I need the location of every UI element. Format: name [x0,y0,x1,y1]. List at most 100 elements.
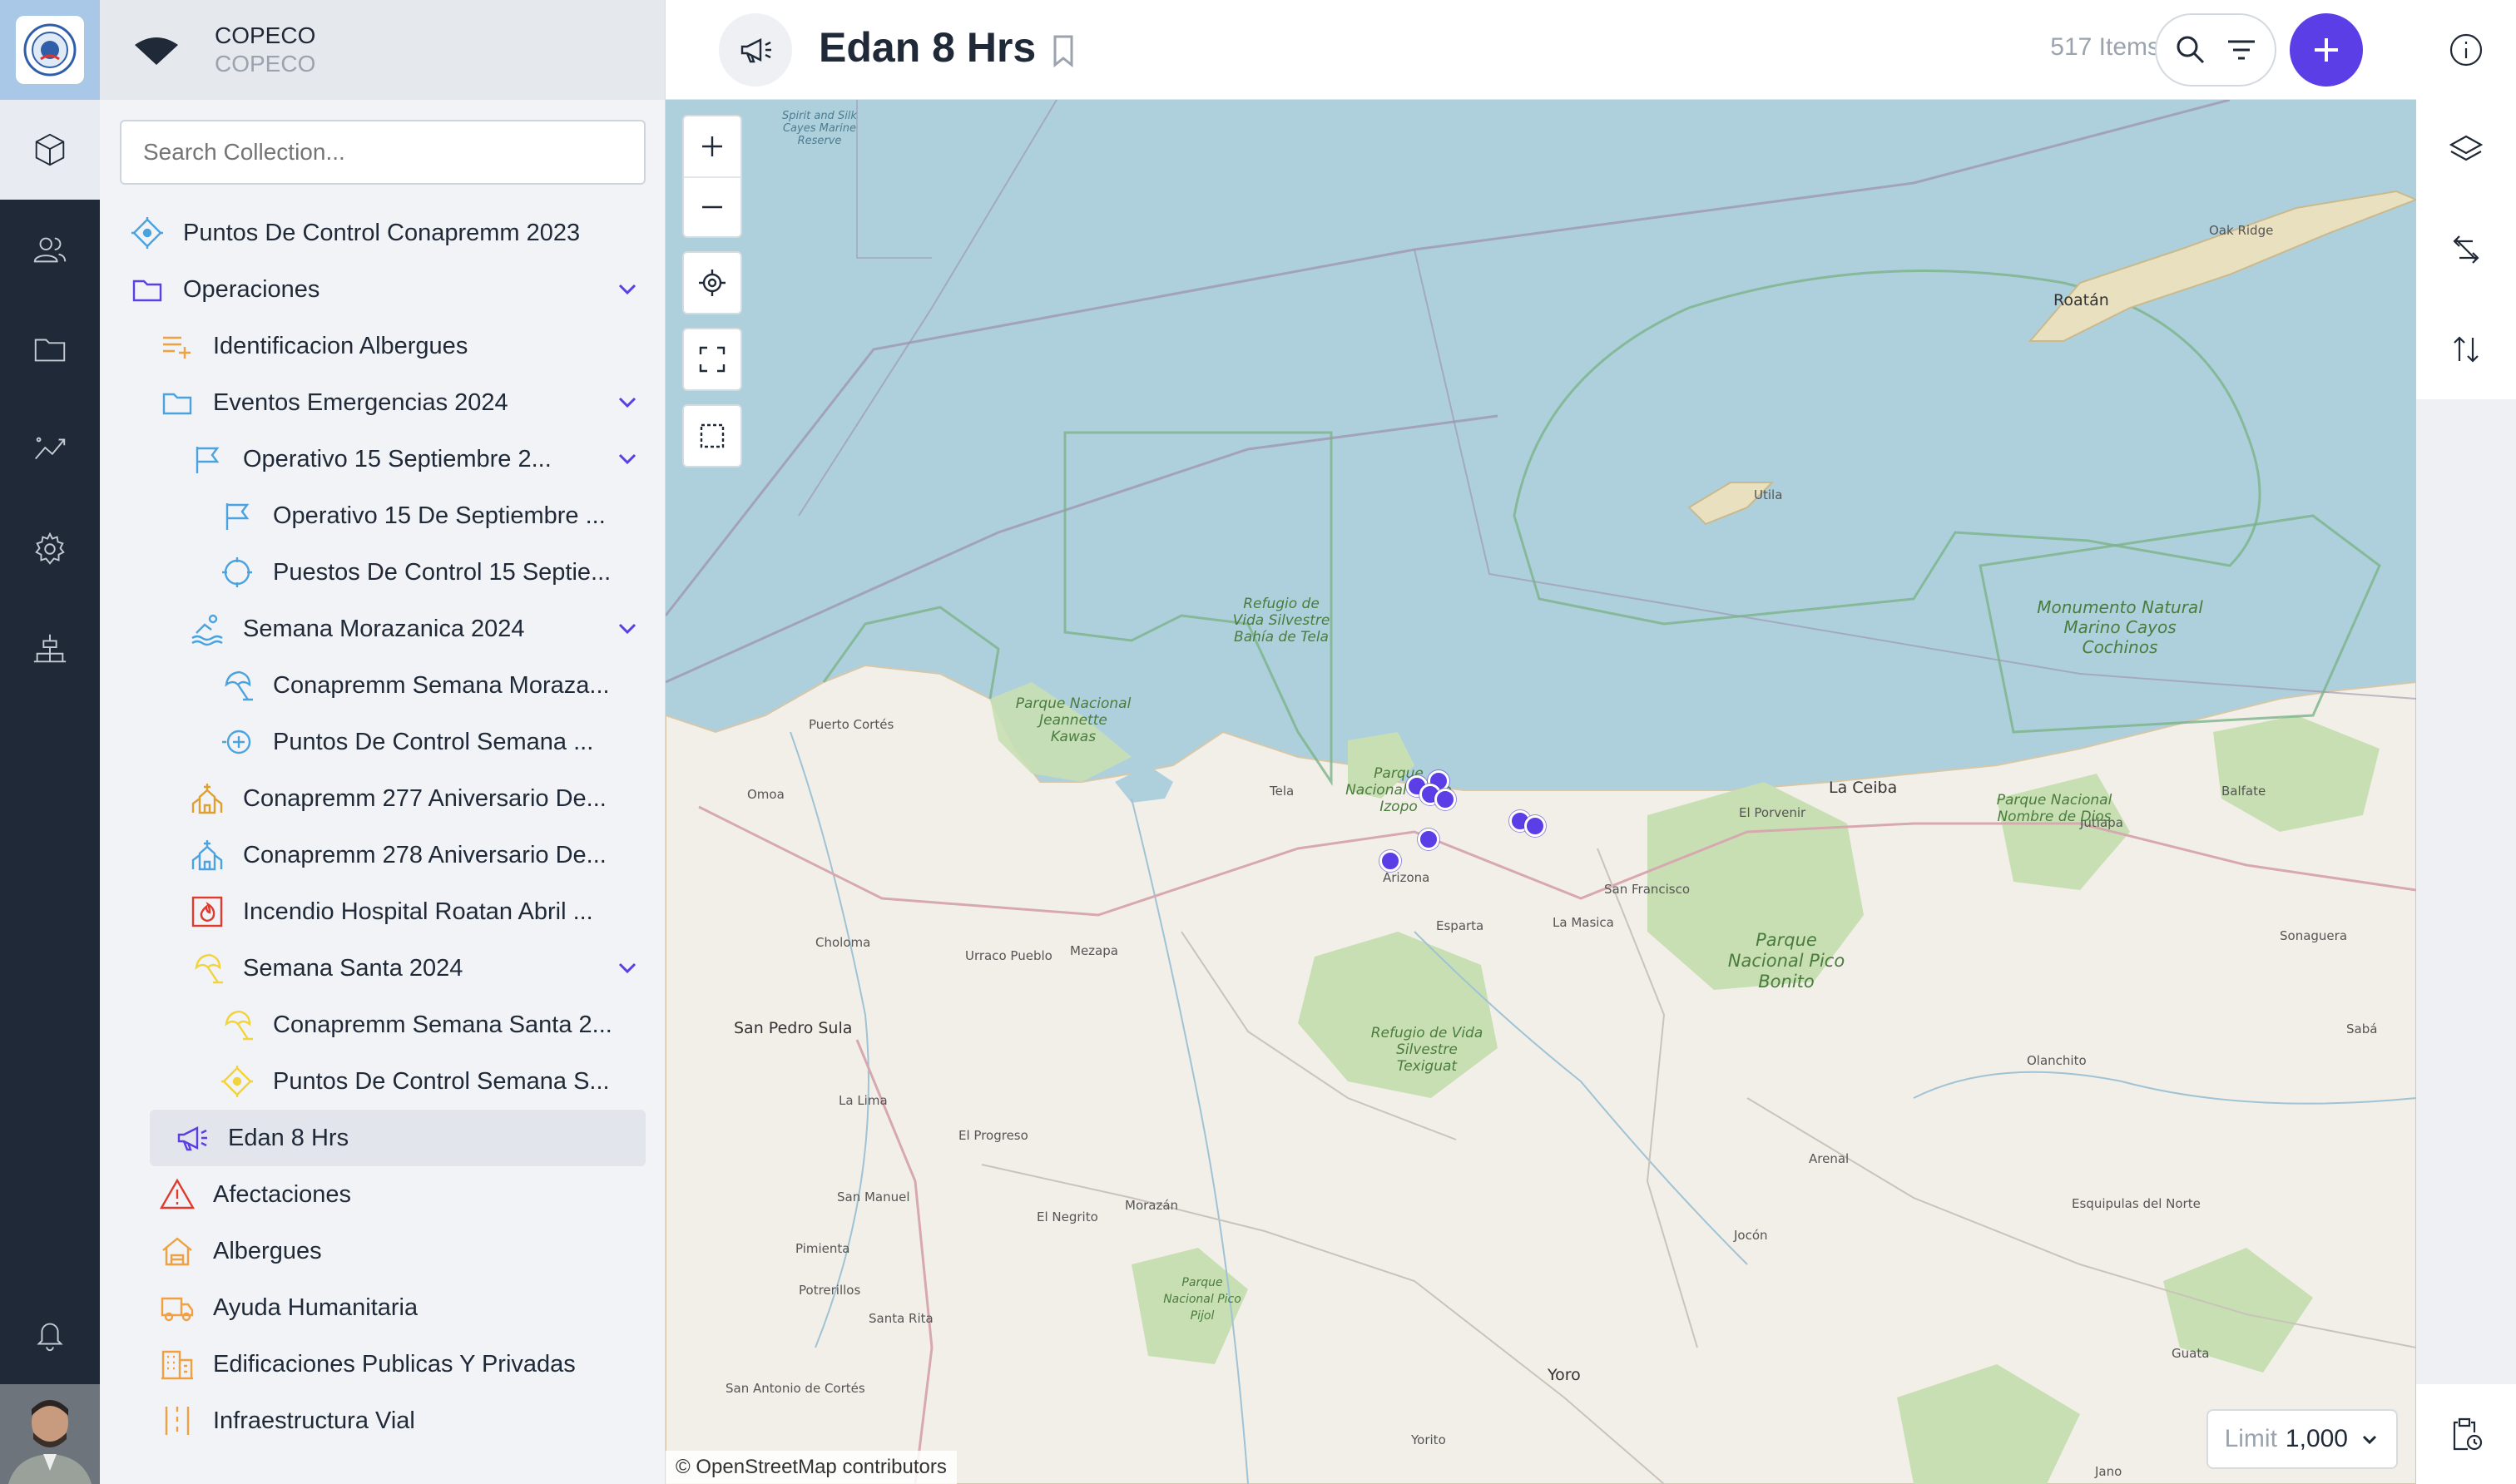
chevron-down-icon[interactable] [616,617,639,641]
bookmark-icon[interactable] [1048,33,1078,68]
user-avatar[interactable] [0,1384,100,1484]
tree-item[interactable]: Puntos De Control Conapremm 2023 [100,205,665,261]
tree-item-label: Conapremm 277 Aniversario De... [243,784,607,812]
park-label: Monumento Natural Marino Cayos Cochinos [2037,597,2203,657]
limit-select[interactable]: Limit 1,000 [2206,1409,2398,1469]
map-marker[interactable] [1418,829,1439,850]
layers-button[interactable] [2416,100,2516,200]
tree-item-label: Conapremm Semana Santa 2... [273,1011,612,1038]
analytics-nav-button[interactable] [0,399,100,499]
map-view[interactable]: Roatán Oak Ridge Utila La Ceiba Tela Ari… [666,100,2416,1484]
tree-item[interactable]: Operativo 15 Septiembre 2... [100,431,665,487]
tree-item[interactable]: Albergues [100,1223,665,1279]
tree-item[interactable]: Conapremm Semana Santa 2... [100,997,665,1053]
tree-item[interactable]: Puestos De Control 15 Septie... [100,544,665,601]
files-nav-button[interactable] [0,299,100,399]
tree-item[interactable]: Operaciones [100,261,665,318]
main-nav-rail [0,0,100,1484]
tree-item[interactable]: Ayuda Humanitaria [100,1279,665,1336]
chevron-down-icon[interactable] [616,957,639,980]
settings-nav-button[interactable] [0,499,100,599]
hierarchy-nav-button[interactable] [0,599,100,699]
right-tool-rail [2416,0,2516,1484]
tree-item[interactable]: Afectaciones [100,1166,665,1223]
chevron-down-icon[interactable] [616,448,639,471]
tree-item[interactable]: Incendio Hospital Roatan Abril ... [100,883,665,940]
search-icon[interactable] [2174,33,2207,67]
filter-icon[interactable] [2225,33,2258,67]
tree-item[interactable]: Edificaciones Publicas Y Privadas [100,1336,665,1392]
place-label: Oak Ridge [2209,223,2274,238]
plus-icon [2315,38,2338,62]
tree-item-label: Edan 8 Hrs [228,1124,349,1151]
map-marker[interactable] [1379,850,1401,872]
place-label: San Manuel [837,1190,910,1205]
diamond-target-icon [130,215,165,250]
zoom-in-button[interactable] [684,116,740,176]
park-label: Parque Nacional Nombre de Dios [1996,792,2112,825]
org-logo[interactable] [0,0,100,100]
tree-item[interactable]: Puntos De Control Semana S... [100,1053,665,1110]
park-label: Parque Nacional Pico Pijol [1163,1276,1241,1323]
place-label: Olanchito [2027,1053,2087,1068]
tree-item[interactable]: Conapremm 278 Aniversario De... [100,827,665,883]
minus-icon [702,205,722,209]
tree-item[interactable]: Infraestructura Vial [100,1392,665,1449]
org-name: COPECO [215,22,316,48]
place-label: El Porvenir [1739,805,1806,820]
map-marker[interactable] [1434,789,1456,810]
tree-item[interactable]: Conapremm Semana Moraza... [100,657,665,714]
locate-icon [699,270,726,296]
add-item-button[interactable] [2290,13,2363,87]
tree-item[interactable]: Operativo 15 De Septiembre ... [100,487,665,544]
place-label: Tela [1270,784,1295,799]
info-button[interactable] [2416,0,2516,100]
dashed-square-icon [700,423,725,448]
limit-label: Limit [2224,1425,2277,1452]
users-nav-button[interactable] [0,200,100,299]
place-label: Arizona [1383,870,1430,885]
select-area-button[interactable] [682,404,742,467]
tree-item-label: Puntos De Control Semana S... [273,1067,610,1095]
place-label: Balfate [2221,784,2266,799]
tree-item-label: Operativo 15 Septiembre 2... [243,445,552,472]
collections-nav-button[interactable] [0,100,100,200]
tree-item[interactable]: Identificacion Albergues [100,318,665,374]
place-label: Mezapa [1070,943,1118,958]
clipboard-clock-icon [2453,1417,2483,1451]
plus-icon [702,136,722,156]
chevron-down-icon[interactable] [616,391,639,414]
tree-item[interactable]: Edan 8 Hrs [150,1110,646,1166]
tree-item[interactable]: Puntos De Control Semana ... [100,714,665,770]
collection-search-input[interactable] [120,120,646,185]
copeco-logo-icon [16,16,84,84]
cube-icon [35,133,65,166]
building-icon [160,1347,195,1382]
notifications-button[interactable] [0,1284,100,1384]
fullscreen-button[interactable] [682,328,742,391]
sitemap-icon [33,634,67,663]
tree-item[interactable]: Semana Santa 2024 [100,940,665,997]
tree-item[interactable]: Conapremm 277 Aniversario De... [100,770,665,827]
shelter-icon [160,1234,195,1269]
tree-item-label: Operaciones [183,275,320,303]
tree-item[interactable]: Semana Morazanica 2024 [100,601,665,657]
chevron-down-icon[interactable] [616,278,639,301]
tree-item[interactable]: Eventos Emergencias 2024 [100,374,665,431]
clipboard-button[interactable] [2416,1384,2516,1484]
diamond-target-icon [220,1064,255,1099]
zoom-out-button[interactable] [684,176,740,236]
place-label: Omoa [747,787,785,802]
org-switcher[interactable]: COPECO COPECO [100,0,665,100]
map-attribution[interactable]: © OpenStreetMap contributors [666,1451,957,1484]
place-label: Choloma [815,935,871,950]
map-marker[interactable] [1524,815,1546,837]
crosshair-icon [220,555,255,590]
beach-umbrella-icon [220,1007,255,1042]
trend-icon [35,437,66,460]
gear-icon [35,532,65,565]
sync-off-button[interactable] [2416,200,2516,299]
sort-button[interactable] [2416,299,2516,399]
beach-umbrella-icon [190,951,225,986]
locate-button[interactable] [682,251,742,314]
